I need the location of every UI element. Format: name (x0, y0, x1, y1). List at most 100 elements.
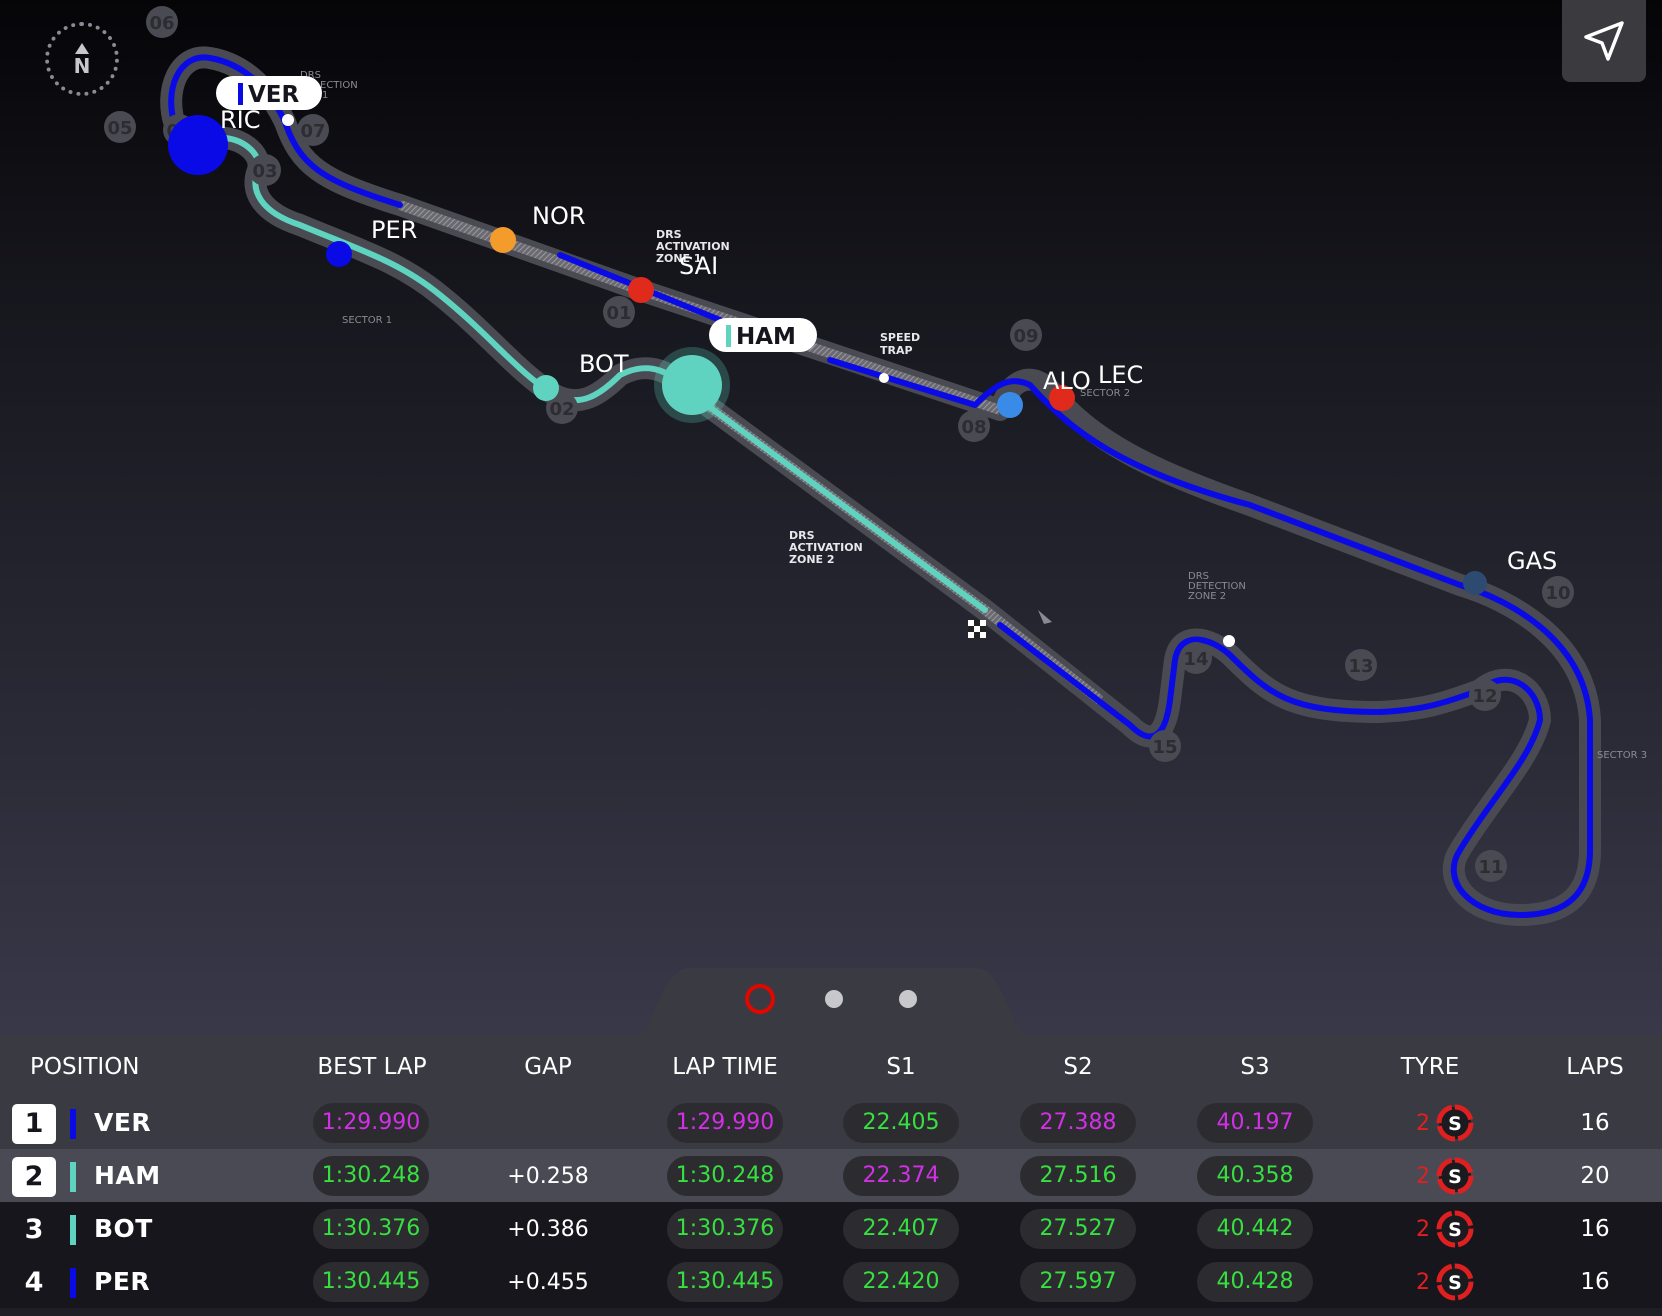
compass-label: N (73, 53, 91, 78)
s3-pill: 40.428 (1197, 1262, 1313, 1302)
laps-count: 20 (1580, 1163, 1610, 1189)
tyre-age: 2 (1416, 1111, 1430, 1136)
s2-pill: 27.597 (1020, 1262, 1136, 1302)
page-dot-3[interactable] (899, 990, 917, 1008)
table-row[interactable]: 3 BOT 1:30.376 +0.386 1:30.376 22.407 27… (0, 1202, 1662, 1255)
driver-tag-ham[interactable]: HAM (709, 318, 817, 352)
header-s3[interactable]: S3 (1197, 1054, 1313, 1080)
gap-value: +0.455 (507, 1270, 589, 1295)
header-laps[interactable]: LAPS (1560, 1054, 1630, 1080)
svg-text:06: 06 (149, 13, 174, 34)
turn-badge: 07 (297, 114, 329, 146)
car-bot[interactable] (533, 375, 559, 401)
header-s2[interactable]: S2 (1020, 1054, 1136, 1080)
svg-text:08: 08 (961, 417, 986, 438)
driver-label-alo: ALO (1043, 367, 1091, 395)
recenter-button[interactable] (1562, 0, 1646, 82)
car-gas[interactable] (1463, 571, 1487, 595)
svg-text:02: 02 (549, 399, 574, 420)
page-dot-1[interactable] (745, 984, 775, 1014)
car-ham[interactable] (654, 347, 730, 423)
header-position[interactable]: POSITION (30, 1054, 140, 1080)
driver-label-sai: SAI (679, 252, 718, 280)
lap-time-pill: 1:30.248 (667, 1156, 783, 1196)
svg-text:14: 14 (1183, 649, 1208, 670)
header-best-lap[interactable]: BEST LAP (312, 1054, 432, 1080)
drs-detection-1-marker (282, 114, 294, 126)
s1-pill: 22.420 (843, 1262, 959, 1302)
soft-tyre-icon: S (1436, 1157, 1474, 1195)
gap-value: +0.258 (507, 1164, 589, 1189)
turn-badge: 15 (1149, 730, 1181, 762)
lap-time-pill: 1:30.376 (667, 1209, 783, 1249)
header-lap-time[interactable]: LAP TIME (665, 1054, 785, 1080)
turn-badge: 09 (1010, 319, 1042, 351)
table-header: POSITION BEST LAP GAP LAP TIME S1 S2 S3 … (0, 1034, 1662, 1096)
position-badge: 2 (12, 1157, 56, 1197)
sector-3-label: SECTOR 3 (1597, 750, 1647, 761)
car-sai[interactable] (628, 277, 654, 303)
driver-tag-ver[interactable]: VER (216, 76, 322, 110)
car-per[interactable] (326, 241, 352, 267)
drs-activation-2-label: ZONE 2 (789, 553, 835, 566)
position-badge: 3 (24, 1214, 44, 1245)
team-color-bar (70, 1268, 76, 1298)
speed-trap-label: TRAP (880, 344, 913, 357)
svg-text:S: S (1448, 1113, 1462, 1135)
position-badge: 1 (12, 1104, 56, 1144)
svg-text:10: 10 (1545, 583, 1570, 604)
header-s1[interactable]: S1 (843, 1054, 959, 1080)
svg-text:S: S (1448, 1219, 1462, 1241)
soft-tyre-icon: S (1436, 1210, 1474, 1248)
s1-pill: 22.405 (843, 1103, 959, 1143)
best-lap-pill: 1:30.445 (313, 1262, 429, 1302)
table-row[interactable]: 2 HAM 1:30.248 +0.258 1:30.248 22.374 27… (0, 1149, 1662, 1202)
driver-label-ric: RIC (220, 106, 261, 134)
lap-time-pill: 1:29.990 (667, 1103, 783, 1143)
drs-detection-1-label: 1 (322, 90, 328, 101)
track-map[interactable]: 01 02 03 04 05 06 07 08 09 10 11 12 13 1… (0, 0, 1662, 990)
car-alo[interactable] (997, 392, 1023, 418)
svg-text:11: 11 (1478, 857, 1503, 878)
turn-badge: 10 (1542, 576, 1574, 608)
svg-text:01: 01 (606, 303, 631, 324)
header-gap[interactable]: GAP (490, 1054, 606, 1080)
table-row[interactable]: 4 PER 1:30.445 +0.455 1:30.445 22.420 27… (0, 1255, 1662, 1308)
driver-code: BOT (94, 1214, 153, 1243)
laps-count: 16 (1580, 1110, 1610, 1136)
svg-text:09: 09 (1013, 326, 1038, 347)
turn-badge: 06 (146, 6, 178, 38)
car-ric[interactable] (168, 115, 228, 175)
soft-tyre-icon: S (1436, 1263, 1474, 1301)
direction-arrow-icon (1038, 610, 1052, 624)
turn-badge: 08 (958, 410, 990, 442)
drs-detection-2-label: ZONE 2 (1188, 591, 1226, 602)
turn-badge: 01 (603, 296, 635, 328)
drs-detection-2-marker (1223, 635, 1235, 647)
best-lap-pill: 1:30.248 (313, 1156, 429, 1196)
s2-pill: 27.527 (1020, 1209, 1136, 1249)
compass-icon[interactable]: N (45, 22, 119, 96)
page-indicator (0, 984, 1662, 1016)
svg-text:S: S (1448, 1166, 1462, 1188)
svg-text:S: S (1448, 1272, 1462, 1294)
header-tyre[interactable]: TYRE (1372, 1054, 1488, 1080)
laps-count: 16 (1580, 1269, 1610, 1295)
best-lap-pill: 1:30.376 (313, 1209, 429, 1249)
s2-pill: 27.516 (1020, 1156, 1136, 1196)
driver-code: PER (94, 1267, 151, 1296)
driver-label-per: PER (371, 216, 417, 244)
team-color-bar (70, 1162, 76, 1192)
best-lap-pill: 1:29.990 (313, 1103, 429, 1143)
driver-code: HAM (94, 1161, 161, 1190)
turn-badge: 03 (249, 154, 281, 186)
driver-label-bot: BOT (579, 350, 629, 378)
turn-badge: 12 (1469, 679, 1501, 711)
tyre-age: 2 (1416, 1164, 1430, 1189)
car-nor[interactable] (490, 227, 516, 253)
table-row[interactable]: 1 VER 1:29.990 1:29.990 22.405 27.388 40… (0, 1096, 1662, 1149)
page-dot-2[interactable] (825, 990, 843, 1008)
driver-tag-ham-label: HAM (736, 324, 796, 350)
turn-badge: 11 (1475, 850, 1507, 882)
s3-pill: 40.358 (1197, 1156, 1313, 1196)
